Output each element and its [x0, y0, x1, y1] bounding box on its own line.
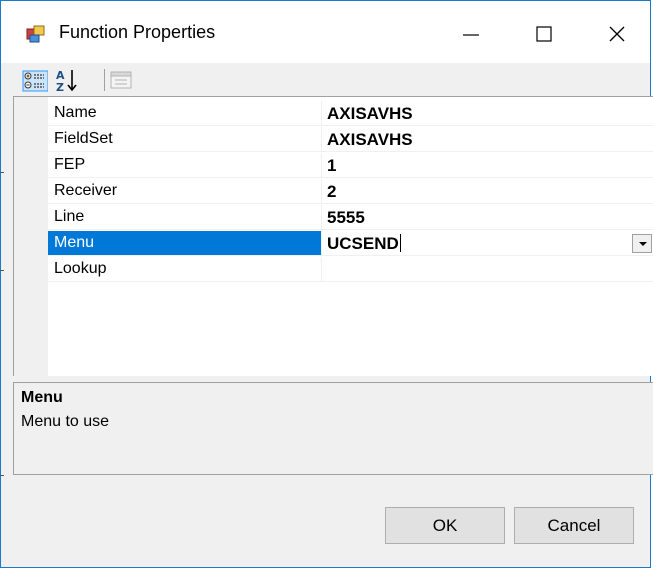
- description-title: Menu: [21, 389, 63, 406]
- categorized-icon[interactable]: [22, 67, 49, 93]
- close-button[interactable]: [594, 15, 640, 53]
- alphabetical-sort-icon[interactable]: A Z: [54, 67, 80, 94]
- property-name: Menu: [54, 234, 95, 251]
- cancel-button[interactable]: Cancel: [514, 507, 634, 544]
- title-bar[interactable]: Function Properties: [1, 1, 650, 63]
- close-icon: [609, 26, 625, 42]
- property-row-name[interactable]: Name AXISAVHS: [48, 101, 653, 126]
- property-name: FieldSet: [54, 130, 113, 147]
- grid-gutter: [14, 97, 48, 376]
- property-grid: Name AXISAVHS FieldSet AXISAVHS FEP 1 Re…: [13, 96, 653, 376]
- description-panel: Menu Menu to use: [13, 382, 653, 475]
- property-row-menu[interactable]: Menu UCSEND: [48, 231, 653, 256]
- property-name: Receiver: [54, 182, 118, 199]
- column-divider: [321, 205, 322, 229]
- column-divider: [321, 257, 322, 281]
- function-properties-window: Function Properties A Z Name AXISAVHS Fi…: [0, 0, 653, 568]
- property-name: Lookup: [54, 260, 107, 277]
- column-divider: [321, 179, 322, 203]
- property-name: Line: [54, 208, 85, 225]
- maximize-button[interactable]: [521, 15, 567, 53]
- property-row-lookup[interactable]: Lookup: [48, 257, 653, 282]
- property-row-fep[interactable]: FEP 1: [48, 153, 653, 178]
- property-value[interactable]: 1: [327, 156, 336, 176]
- property-value[interactable]: 2: [327, 182, 336, 202]
- svg-text:Z: Z: [56, 81, 64, 93]
- property-row-line[interactable]: Line 5555: [48, 205, 653, 230]
- property-name: Name: [54, 104, 97, 121]
- property-name: FEP: [54, 156, 86, 173]
- column-divider: [321, 127, 322, 151]
- maximize-icon: [536, 26, 552, 42]
- property-grid-toolbar: A Z: [13, 63, 653, 95]
- property-row-fieldset[interactable]: FieldSet AXISAVHS: [48, 127, 653, 152]
- minimize-icon: [463, 34, 479, 36]
- property-value[interactable]: AXISAVHS: [327, 130, 413, 150]
- minimize-button[interactable]: [448, 15, 494, 53]
- column-divider: [321, 231, 322, 255]
- menu-value-input[interactable]: UCSEND: [327, 234, 401, 254]
- background-tick: [0, 475, 4, 476]
- toolbar-separator: [104, 69, 105, 91]
- background-tick: [0, 270, 4, 271]
- property-value[interactable]: 5555: [327, 208, 365, 228]
- property-pages-icon: [108, 67, 134, 93]
- window-title: Function Properties: [59, 22, 216, 42]
- property-row-receiver[interactable]: Receiver 2: [48, 179, 653, 204]
- chevron-down-icon: [639, 242, 647, 246]
- menu-dropdown-button[interactable]: [632, 234, 652, 253]
- column-divider: [321, 101, 322, 125]
- background-tick: [0, 172, 4, 173]
- text-cursor: [399, 234, 401, 252]
- app-window-icon: [26, 24, 46, 44]
- ok-button[interactable]: OK: [385, 507, 505, 544]
- column-divider: [321, 153, 322, 177]
- description-text: Menu to use: [21, 413, 110, 430]
- property-value[interactable]: AXISAVHS: [327, 104, 413, 124]
